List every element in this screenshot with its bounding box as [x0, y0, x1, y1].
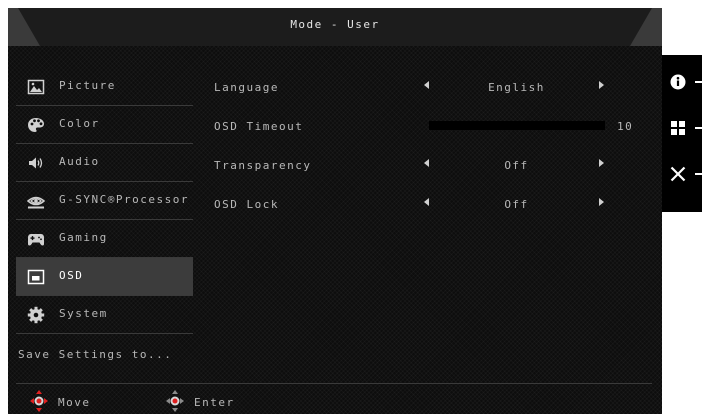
sidebar-item-gaming[interactable]: Gaming	[16, 220, 193, 258]
joystick-enter-icon	[166, 390, 184, 412]
osd-icon	[27, 268, 45, 286]
setting-label: Transparency	[214, 159, 312, 172]
key-indicator-line	[695, 173, 702, 175]
arrow-left-icon[interactable]	[424, 198, 429, 206]
info-key[interactable]	[670, 71, 702, 93]
move-label: Move	[58, 396, 91, 409]
sidebar-item-label: OSD	[59, 269, 84, 282]
hotkey-bar	[662, 55, 702, 212]
save-settings-button[interactable]: Save Settings to...	[16, 334, 193, 378]
arrow-left-icon[interactable]	[424, 81, 429, 89]
gamepad-icon	[27, 230, 45, 248]
close-icon	[670, 166, 688, 189]
sidebar-item-osd[interactable]: OSD	[16, 258, 193, 296]
sidebar-item-label: G-SYNC®Processor	[59, 193, 189, 206]
setting-row-language[interactable]: Language English	[214, 68, 654, 107]
info-icon	[670, 74, 688, 97]
setting-label: OSD Timeout	[214, 120, 304, 133]
sidebar-item-label: System	[59, 307, 108, 320]
setting-value: 10	[617, 120, 634, 133]
sidebar-item-label: Audio	[59, 155, 100, 168]
osd-timeout-slider[interactable]	[429, 121, 605, 130]
arrow-left-icon[interactable]	[424, 159, 429, 167]
menu-key[interactable]	[670, 117, 702, 139]
arrow-right-icon[interactable]	[599, 159, 604, 167]
gear-icon	[27, 306, 45, 324]
sidebar-item-color[interactable]: Color	[16, 106, 193, 144]
setting-row-transparency[interactable]: Transparency Off	[214, 146, 654, 185]
grid-icon	[670, 121, 688, 143]
settings-panel: Language English OSD Timeout 10 Transpar…	[214, 68, 654, 224]
speaker-icon	[27, 154, 45, 172]
sidebar-item-label: Picture	[59, 79, 116, 92]
save-settings-label: Save Settings to...	[18, 348, 173, 361]
key-indicator-line	[695, 81, 702, 83]
setting-value: Off	[504, 198, 529, 211]
setting-value: English	[488, 81, 545, 94]
setting-label: Language	[214, 81, 279, 94]
sidebar-item-system[interactable]: System	[16, 296, 193, 334]
title-bar: Mode - User	[8, 8, 662, 46]
sidebar-item-gsync-processor[interactable]: G-SYNC®Processor	[16, 182, 193, 220]
arrow-right-icon[interactable]	[599, 81, 604, 89]
setting-row-osd-timeout[interactable]: OSD Timeout 10	[214, 107, 654, 146]
arrow-right-icon[interactable]	[599, 198, 604, 206]
setting-row-osd-lock[interactable]: OSD Lock Off	[214, 185, 654, 224]
sidebar-item-label: Color	[59, 117, 100, 130]
sidebar: Picture Color Audio G-SYNC®Processor Gam…	[16, 68, 193, 378]
picture-icon	[27, 78, 45, 96]
nvidia-icon	[26, 192, 46, 210]
sidebar-item-audio[interactable]: Audio	[16, 144, 193, 182]
enter-label: Enter	[194, 396, 235, 409]
sidebar-item-picture[interactable]: Picture	[16, 68, 193, 106]
setting-value: Off	[504, 159, 529, 172]
setting-label: OSD Lock	[214, 198, 279, 211]
sidebar-item-label: Gaming	[59, 231, 108, 244]
footer-divider	[16, 383, 652, 384]
joystick-move-icon	[30, 390, 48, 412]
page-title: Mode - User	[290, 18, 380, 31]
key-indicator-line	[695, 127, 702, 129]
osd-menu: Mode - User Picture Color Audio G-SYNC®P…	[8, 8, 662, 414]
exit-key[interactable]	[670, 163, 702, 185]
palette-icon	[27, 116, 45, 134]
screen: Mode - User Picture Color Audio G-SYNC®P…	[0, 0, 702, 414]
